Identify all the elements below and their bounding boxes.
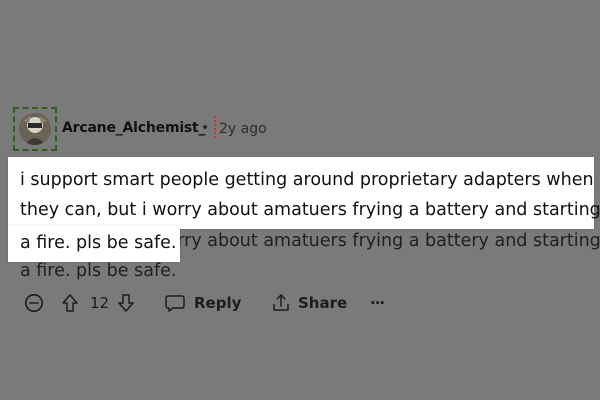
comment-card: Arcane_Alchemist_ 2y ago they can, but i… bbox=[0, 0, 600, 400]
text-cursor-marker bbox=[214, 116, 216, 138]
vote-count: 12 bbox=[90, 294, 110, 312]
reply-label: Reply bbox=[194, 294, 242, 312]
share-label: Share bbox=[298, 294, 348, 312]
avatar[interactable] bbox=[19, 113, 51, 145]
highlighted-comment-text: i support smart people getting around pr… bbox=[8, 157, 600, 229]
share-upload-icon bbox=[273, 294, 289, 311]
avatar-image bbox=[19, 113, 51, 145]
timestamp[interactable]: 2y ago bbox=[219, 121, 267, 137]
highlighted-line: i support smart people getting around pr… bbox=[20, 170, 594, 190]
arrow-down-icon bbox=[118, 294, 134, 312]
collapse-button[interactable] bbox=[24, 288, 44, 318]
avatar-selection-box bbox=[13, 107, 57, 151]
author-name[interactable]: Arcane_Alchemist_ bbox=[62, 120, 206, 136]
highlighted-comment-text-tail: a fire. pls be safe. bbox=[8, 226, 180, 262]
ellipsis-icon[interactable]: ··· bbox=[370, 288, 385, 318]
arrow-up-icon bbox=[62, 294, 78, 312]
highlighted-line: a fire. pls be safe. bbox=[20, 233, 177, 253]
upvote-button[interactable] bbox=[60, 288, 80, 318]
share-button[interactable]: Share bbox=[270, 288, 347, 318]
downvote-button[interactable] bbox=[116, 288, 136, 318]
minus-circle-icon bbox=[25, 294, 43, 312]
separator-dot bbox=[203, 125, 207, 129]
reply-button[interactable]: Reply bbox=[164, 288, 241, 318]
speech-bubble-icon bbox=[165, 295, 185, 312]
highlighted-line: they can, but i worry about amatuers fry… bbox=[20, 200, 600, 220]
